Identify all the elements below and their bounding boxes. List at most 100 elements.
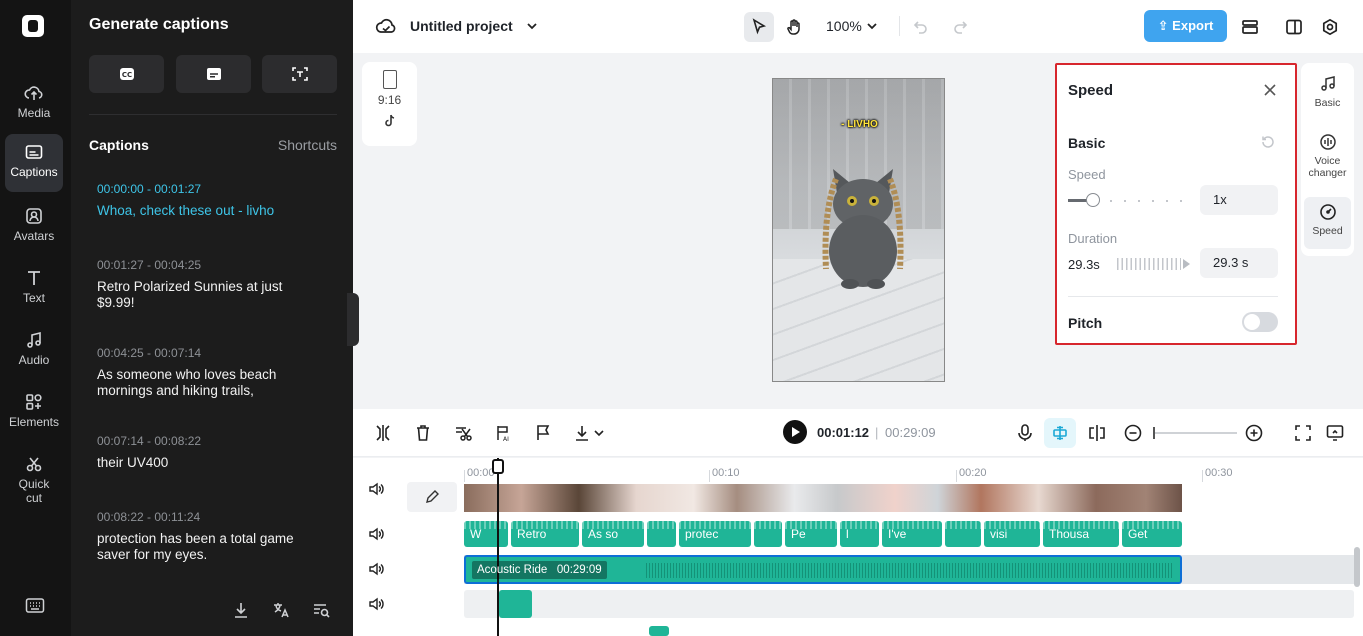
caption-clip[interactable]: Pe [785, 521, 837, 547]
auto-captions-button[interactable]: CC [89, 55, 164, 93]
keyboard-icon[interactable] [25, 597, 45, 615]
caption-text[interactable]: protection has been a total game saver f… [97, 531, 317, 563]
flag-icon[interactable] [533, 423, 553, 443]
caption-text[interactable]: Whoa, check these out - livho [97, 203, 317, 219]
preview-monitor-icon[interactable] [1325, 423, 1345, 443]
zoom-in-icon[interactable] [1244, 423, 1264, 443]
caption-overlay[interactable]: - LIVHO [773, 119, 944, 130]
rail-item-label: Audio [18, 353, 50, 367]
tab-speed[interactable]: Speed [1304, 197, 1351, 249]
caption-text[interactable]: As someone who loves beach mornings and … [97, 367, 317, 399]
zoom-level[interactable]: 100% [826, 18, 862, 34]
rail-item-text[interactable]: Text [5, 260, 63, 318]
layers-button[interactable] [1235, 12, 1265, 42]
select-tool-button[interactable] [744, 12, 774, 42]
translate-icon[interactable] [271, 600, 291, 620]
caption-clip[interactable]: visi [984, 521, 1040, 547]
panel-toggle-button[interactable] [1279, 12, 1309, 42]
rail-item-media[interactable]: Media [5, 75, 63, 133]
shortcuts-link[interactable]: Shortcuts [278, 137, 337, 153]
speaker-icon[interactable] [368, 481, 384, 497]
timeline-zoom-slider[interactable] [1153, 427, 1237, 439]
auto-caption-icon[interactable]: AI [493, 423, 513, 443]
video-preview[interactable]: - LIVHO [772, 78, 945, 382]
collapse-panel-handle[interactable] [347, 293, 359, 346]
caption-clip[interactable] [754, 521, 782, 547]
caption-item[interactable]: 00:07:14 - 00:08:22 their UV400 [97, 434, 317, 471]
close-icon[interactable] [1263, 83, 1277, 97]
caption-text[interactable]: their UV400 [97, 455, 317, 471]
speed-slider-handle[interactable] [1086, 193, 1100, 207]
rail-item-elements[interactable]: Elements [5, 384, 63, 442]
caption-clip[interactable]: protec [679, 521, 751, 547]
zoom-out-icon[interactable] [1123, 423, 1143, 443]
split-icon[interactable] [373, 423, 393, 443]
aspect-ratio-card[interactable]: 9:16 [362, 62, 417, 146]
audio-clip[interactable]: Acoustic Ride 00:29:09 [464, 555, 1182, 584]
subtitle-file-button[interactable] [176, 55, 251, 93]
download-icon[interactable] [572, 423, 592, 443]
caption-item[interactable]: 00:00:00 - 00:01:27 Whoa, check these ou… [97, 182, 317, 219]
split-screen-icon[interactable] [1087, 423, 1107, 443]
chevron-down-icon[interactable] [866, 20, 878, 32]
fullscreen-icon[interactable] [1293, 423, 1313, 443]
rail-item-audio[interactable]: Audio [5, 322, 63, 380]
hand-tool-button[interactable] [779, 12, 809, 42]
ruler-tick: 00:30 [1202, 467, 1233, 482]
sound-effect-clip[interactable] [649, 626, 669, 636]
playhead[interactable] [497, 458, 499, 636]
caption-clip[interactable] [945, 521, 981, 547]
export-button[interactable]: ⇪ Export [1144, 10, 1227, 42]
microphone-icon[interactable] [1015, 423, 1035, 443]
caption-clip[interactable]: l [840, 521, 879, 547]
speaker-icon[interactable] [368, 596, 384, 612]
rail-item-avatars[interactable]: Avatars [5, 198, 63, 256]
caption-time: 00:00:00 - 00:01:27 [97, 182, 202, 196]
download-icon[interactable] [231, 600, 251, 620]
speed-value-input[interactable]: 1x [1200, 185, 1278, 215]
playhead-handle[interactable] [492, 459, 504, 474]
rail-item-captions[interactable]: Captions [5, 134, 63, 192]
redo-button[interactable] [945, 12, 975, 42]
caption-item[interactable]: 00:01:27 - 00:04:25 Retro Polarized Sunn… [97, 258, 317, 311]
settings-button[interactable] [1315, 12, 1345, 42]
caption-clip[interactable]: Retro [511, 521, 579, 547]
play-button[interactable] [783, 420, 807, 444]
vertical-scrollbar[interactable] [1354, 547, 1360, 587]
project-title[interactable]: Untitled project [410, 18, 513, 34]
cloud-sync-icon[interactable] [375, 16, 397, 36]
sound-effect-clip[interactable] [499, 590, 532, 618]
tab-voice-changer[interactable]: Voice changer [1304, 127, 1351, 185]
caption-clip[interactable]: Thousa [1043, 521, 1119, 547]
caption-clip[interactable]: As so [582, 521, 644, 547]
rail-item-quick-cut[interactable]: Quick cut [5, 446, 63, 510]
caption-text[interactable]: Retro Polarized Sunnies at just $9.99! [97, 279, 317, 311]
speaker-icon[interactable] [368, 561, 384, 577]
speaker-icon[interactable] [368, 526, 384, 542]
caption-clip[interactable]: I've [882, 521, 942, 547]
video-clip[interactable] [464, 484, 1182, 512]
duration-label: Duration [1068, 231, 1118, 246]
chevron-down-icon[interactable] [593, 423, 605, 443]
timeline[interactable]: 00:00 00:10 00:20 00:30 W Retro As so pr… [353, 458, 1363, 636]
caption-item[interactable]: 00:04:25 - 00:07:14 As someone who loves… [97, 346, 317, 399]
panel-title: Generate captions [89, 16, 229, 33]
pitch-toggle[interactable] [1242, 312, 1278, 332]
caption-clip[interactable]: W [464, 521, 508, 547]
snap-button[interactable] [1044, 418, 1076, 448]
delete-icon[interactable] [413, 423, 433, 443]
timeline-ruler[interactable]: 00:00 00:10 00:20 00:30 [463, 458, 1363, 482]
tab-basic[interactable]: Basic [1304, 69, 1351, 117]
caption-clip[interactable]: Get [1122, 521, 1182, 547]
chevron-down-icon[interactable] [526, 20, 538, 32]
edit-cover-button[interactable] [407, 482, 457, 512]
caption-item[interactable]: 00:08:22 - 00:11:24 protection has been … [97, 510, 317, 563]
caption-clip[interactable] [647, 521, 676, 547]
reset-icon[interactable] [1261, 135, 1275, 149]
search-list-icon[interactable] [311, 600, 331, 620]
captions-icon [25, 145, 43, 159]
trim-icon[interactable] [453, 423, 473, 443]
undo-button[interactable] [906, 12, 936, 42]
duration-value-input[interactable]: 29.3 s [1200, 248, 1278, 278]
scan-captions-button[interactable] [262, 55, 337, 93]
